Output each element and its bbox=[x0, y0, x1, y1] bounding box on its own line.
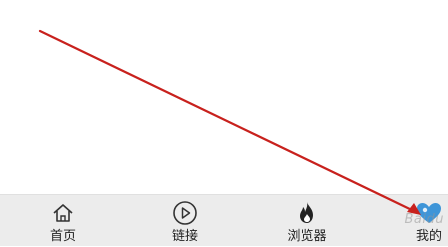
tab-links[interactable]: 链接 bbox=[145, 195, 225, 247]
tab-label: 我的 bbox=[415, 229, 442, 244]
tab-home[interactable]: 首页 bbox=[23, 195, 103, 247]
content-area bbox=[0, 0, 448, 194]
tab-mine[interactable]: 我的 bbox=[389, 195, 448, 247]
home-icon bbox=[52, 200, 74, 226]
play-circle-icon bbox=[172, 200, 198, 226]
tab-browser[interactable]: 浏览器 bbox=[267, 195, 347, 247]
tab-label: 链接 bbox=[171, 229, 198, 244]
tab-label: 浏览器 bbox=[287, 229, 327, 244]
flame-icon bbox=[297, 200, 317, 226]
heart-icon bbox=[415, 200, 443, 226]
tab-label: 首页 bbox=[49, 229, 76, 244]
bottom-tab-bar: 首页 链接 浏览器 我的 bbox=[0, 194, 448, 246]
